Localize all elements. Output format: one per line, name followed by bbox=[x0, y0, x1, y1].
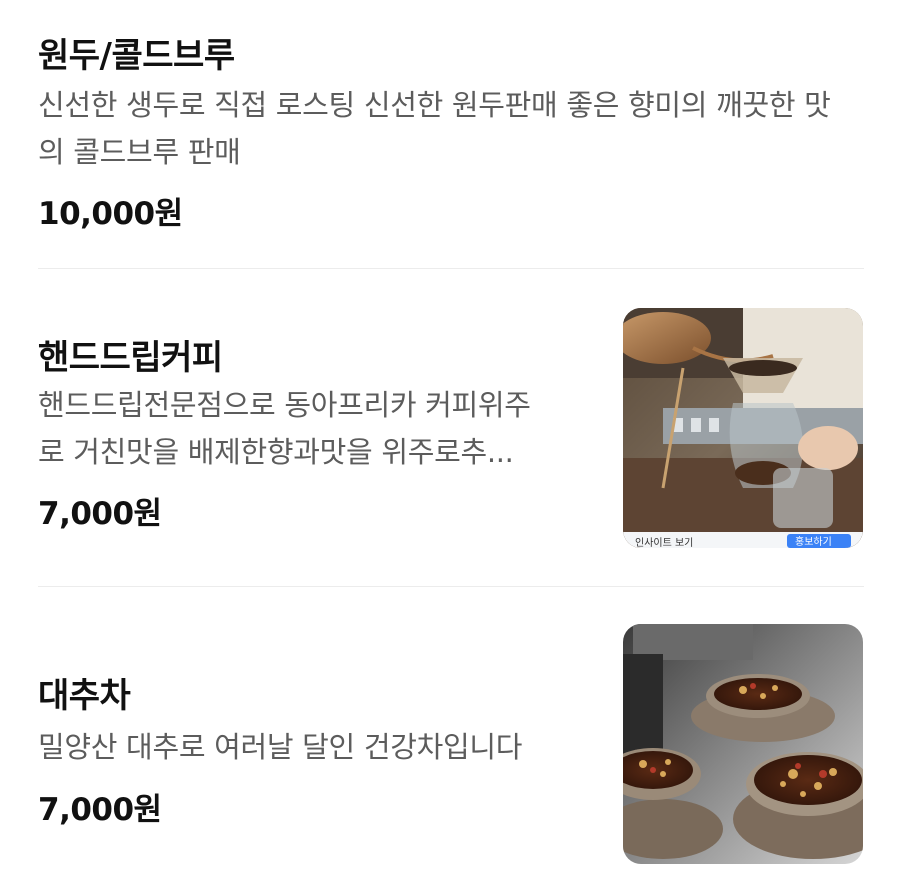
menu-item-price: 7,000원 bbox=[38, 496, 162, 532]
menu-item-hand-drip-coffee[interactable]: 핸드드립커피 핸드드립전문점으로 동아프리카 커피위주 로 거친맛을 배제한향과… bbox=[38, 270, 864, 586]
menu-item-wondu-coldbrew[interactable]: 원두/콜드브루 신선한 생두로 직접 로스팅 신선한 원두판매 좋은 향미의 깨… bbox=[38, 0, 864, 268]
hand-drip-coffee-photo[interactable]: 인사이트 보기 홍보하기 bbox=[623, 308, 863, 548]
jujube-tea-photo[interactable] bbox=[623, 624, 863, 864]
banner-text: 인사이트 보기 bbox=[635, 537, 693, 548]
menu-item-description: 핸드드립전문점으로 동아프리카 커피위주 로 거친맛을 배제한향과맛을 위주로추… bbox=[38, 382, 586, 476]
menu-list: 원두/콜드브루 신선한 생두로 직접 로스팅 신선한 원두판매 좋은 향미의 깨… bbox=[0, 0, 900, 888]
divider bbox=[38, 586, 864, 587]
jujube-tea-illustration bbox=[623, 624, 863, 864]
menu-item-description: 밀양산 대추로 여러날 달인 건강차입니다 bbox=[38, 730, 523, 764]
menu-item-price: 10,000원 bbox=[38, 196, 183, 232]
menu-item-price: 7,000원 bbox=[38, 792, 162, 828]
hand-drip-coffee-illustration: 인사이트 보기 홍보하기 bbox=[623, 308, 863, 548]
menu-item-title: 핸드드립커피 bbox=[38, 338, 223, 378]
divider bbox=[38, 268, 864, 269]
menu-item-title: 대추차 bbox=[38, 676, 131, 716]
banner-button-text: 홍보하기 bbox=[795, 535, 832, 548]
menu-item-title: 원두/콜드브루 bbox=[38, 36, 235, 76]
menu-item-description: 신선한 생두로 직접 로스팅 신선한 원두판매 좋은 향미의 깨끗한 맛의 콜드… bbox=[38, 88, 831, 169]
description-line-2: 로 거친맛을 배제한향과맛을 위주로추... bbox=[38, 435, 514, 469]
menu-item-jujube-tea[interactable]: 대추차 밀양산 대추로 여러날 달인 건강차입니다 7,000원 bbox=[38, 588, 864, 888]
description-line-1: 핸드드립전문점으로 동아프리카 커피위주 bbox=[38, 388, 531, 422]
